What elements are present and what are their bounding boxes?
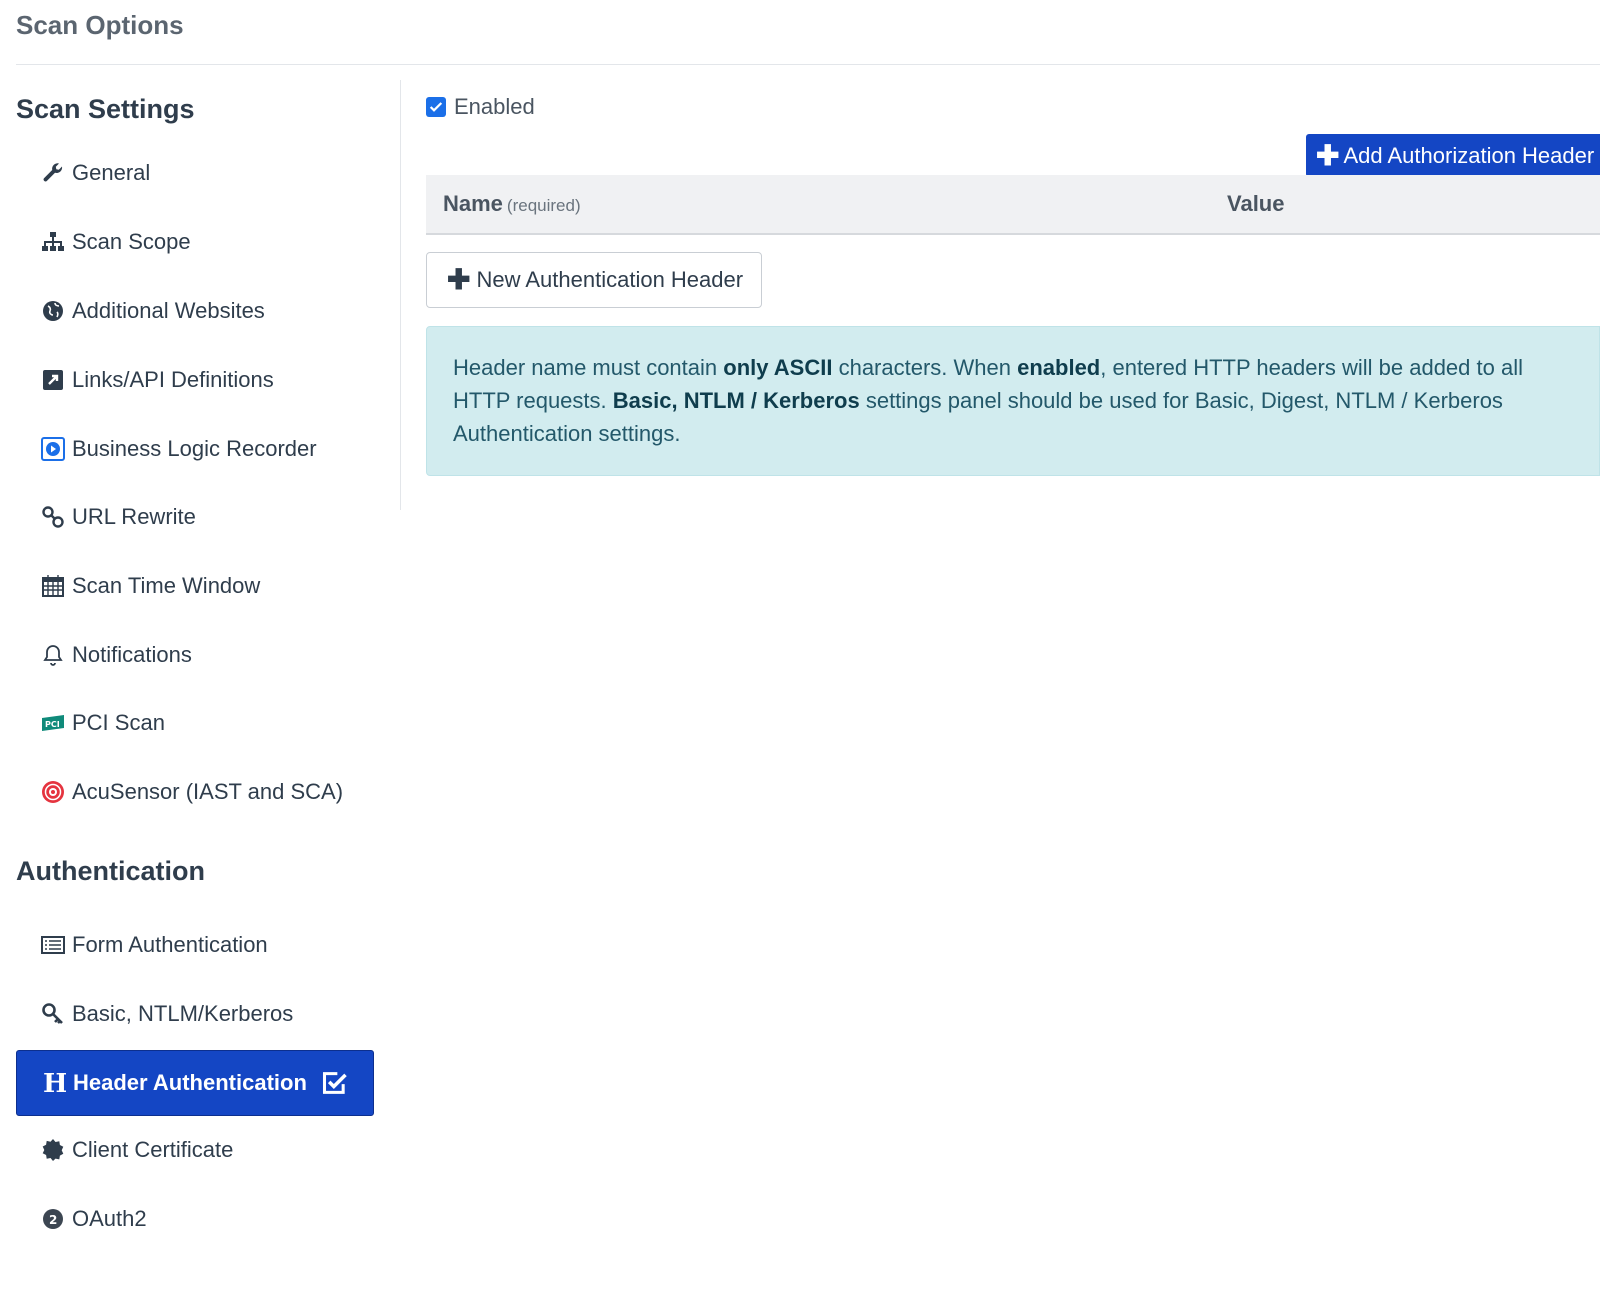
sidebar-divider — [400, 80, 401, 510]
new-authentication-header-button[interactable]: ✚ New Authentication Header — [426, 252, 762, 308]
sidebar-item-label: URL Rewrite — [72, 504, 196, 529]
sidebar-item-pci-scan[interactable]: PCI PCI Scan — [16, 694, 374, 752]
sidebar-item-additional-websites[interactable]: Additional Websites — [16, 282, 374, 340]
oauth2-icon: 2 — [40, 1206, 66, 1232]
play-icon — [40, 436, 66, 462]
info-bold: Basic, NTLM / Kerberos — [612, 388, 860, 413]
enabled-toggle[interactable]: Enabled — [426, 94, 535, 120]
sidebar-item-label: AcuSensor (IAST and SCA) — [72, 779, 344, 804]
sidebar-item-oauth2[interactable]: 2 OAuth2 — [16, 1190, 374, 1248]
certificate-icon — [40, 1137, 66, 1163]
sidebar-item-label: General — [72, 160, 151, 185]
sidebar-item-notifications[interactable]: Notifications — [16, 626, 374, 684]
acusensor-icon — [40, 779, 66, 805]
button-label: Add Authorization Header — [1343, 142, 1595, 168]
authentication-heading: Authentication — [16, 856, 205, 886]
column-name-hint: (required) — [506, 196, 581, 215]
sidebar-item-label: Form Authentication — [72, 932, 268, 957]
add-authorization-header-button[interactable]: ✚ Add Authorization Header — [1306, 134, 1600, 177]
info-bold: enabled — [1017, 355, 1101, 380]
button-label: New Authentication Header — [476, 267, 744, 292]
svg-text:PCI: PCI — [45, 720, 60, 729]
sidebar-item-url-rewrite[interactable]: URL Rewrite — [16, 488, 374, 546]
enabled-label: Enabled — [454, 94, 535, 119]
external-link-icon — [40, 367, 66, 393]
column-name-label: Name — [443, 191, 503, 216]
wrench-icon — [40, 160, 66, 186]
sidebar-item-basic-ntlm[interactable]: Basic, NTLM/Kerberos — [16, 985, 374, 1043]
key-icon — [40, 1001, 66, 1027]
sidebar-item-label: PCI Scan — [72, 710, 165, 735]
info-text: characters. When — [832, 355, 1018, 380]
sidebar-item-label: Basic, NTLM/Kerberos — [72, 1001, 294, 1026]
sidebar-item-label: OAuth2 — [72, 1206, 147, 1231]
svg-text:2: 2 — [49, 1213, 57, 1227]
column-value: Value — [1227, 191, 1285, 216]
sidebar-item-scan-scope[interactable]: Scan Scope — [16, 213, 374, 271]
link-icon — [40, 504, 66, 530]
globe-icon — [40, 298, 66, 324]
info-bold: only ASCII — [723, 355, 833, 380]
page-header: Scan Options — [16, 0, 1600, 65]
sidebar-item-label: Header Authentication — [73, 1070, 307, 1095]
checked-box-icon — [321, 1069, 349, 1097]
sidebar-item-label: Client Certificate — [72, 1137, 234, 1162]
plus-icon: ✚ — [447, 264, 471, 295]
sidebar-item-label: Scan Scope — [72, 229, 191, 254]
svg-text:H: H — [43, 1071, 66, 1095]
header-h-icon: H — [41, 1070, 67, 1096]
sidebar-item-label: Links/API Definitions — [72, 367, 274, 392]
enabled-checkbox[interactable] — [426, 97, 446, 117]
plus-icon: ✚ — [1316, 139, 1340, 171]
sidebar: Scan Settings General Scan Scope Additio… — [0, 80, 400, 1302]
sidebar-item-client-certificate[interactable]: Client Certificate — [16, 1121, 374, 1179]
form-icon — [40, 932, 66, 958]
sidebar-item-label: Business Logic Recorder — [72, 436, 317, 461]
sidebar-item-scan-time-window[interactable]: Scan Time Window — [16, 557, 374, 615]
sidebar-item-acusensor[interactable]: AcuSensor (IAST and SCA) — [16, 763, 374, 821]
pci-icon: PCI — [40, 710, 66, 736]
bell-icon — [40, 642, 66, 668]
sidebar-item-general[interactable]: General — [16, 144, 374, 202]
scan-settings-heading: Scan Settings — [16, 94, 195, 124]
sidebar-item-header-authentication[interactable]: H Header Authentication — [16, 1050, 374, 1116]
sidebar-item-business-logic-recorder[interactable]: Business Logic Recorder — [16, 420, 374, 478]
column-name: Name (required) — [443, 191, 581, 217]
headers-table-header: Name (required) Value — [426, 175, 1600, 235]
sidebar-item-label: Notifications — [72, 642, 192, 667]
page-title: Scan Options — [16, 10, 184, 40]
sidebar-item-label: Scan Time Window — [72, 573, 261, 598]
calendar-icon — [40, 573, 66, 599]
info-text: Header name must contain — [453, 355, 724, 380]
sitemap-icon — [40, 229, 66, 255]
sidebar-item-form-authentication[interactable]: Form Authentication — [16, 916, 374, 974]
sidebar-item-links-api[interactable]: Links/API Definitions — [16, 351, 374, 409]
sidebar-item-label: Additional Websites — [72, 298, 265, 323]
info-alert: Header name must contain only ASCII char… — [426, 326, 1600, 476]
